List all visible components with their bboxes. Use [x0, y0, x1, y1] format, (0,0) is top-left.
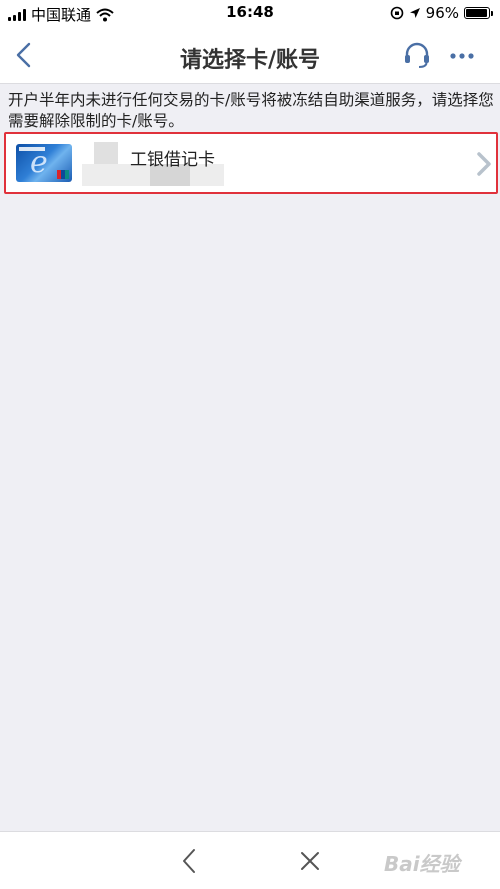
battery-percent: 96% — [425, 4, 459, 22]
chevron-right-icon — [477, 152, 491, 176]
more-icon[interactable] — [448, 46, 476, 66]
card-name: 工银借记卡 — [130, 150, 215, 170]
headset-icon[interactable] — [402, 40, 432, 70]
status-bar: 中国联通 16:48 96% — [0, 0, 500, 26]
bank-card-icon: e — [16, 144, 72, 182]
watermark: Bai经验 — [384, 852, 460, 876]
battery-fill — [466, 9, 488, 17]
status-right: 96% — [390, 4, 493, 22]
location-icon — [409, 8, 420, 18]
battery-icon — [464, 7, 493, 19]
back-icon[interactable] — [178, 846, 202, 876]
nav-bar: 请选择卡/账号 — [0, 26, 500, 84]
notice-text: 开户半年内未进行任何交易的卡/账号将被冻结自助渠道服务，请选择您需要解除限制的卡… — [8, 91, 494, 130]
bottom-toolbar: Bai经验 — [0, 831, 500, 889]
masked-card-number — [94, 142, 118, 164]
orientation-lock-icon — [390, 6, 403, 20]
card-list-item[interactable]: e 工银借记卡 — [4, 132, 498, 194]
close-icon[interactable] — [298, 849, 322, 873]
